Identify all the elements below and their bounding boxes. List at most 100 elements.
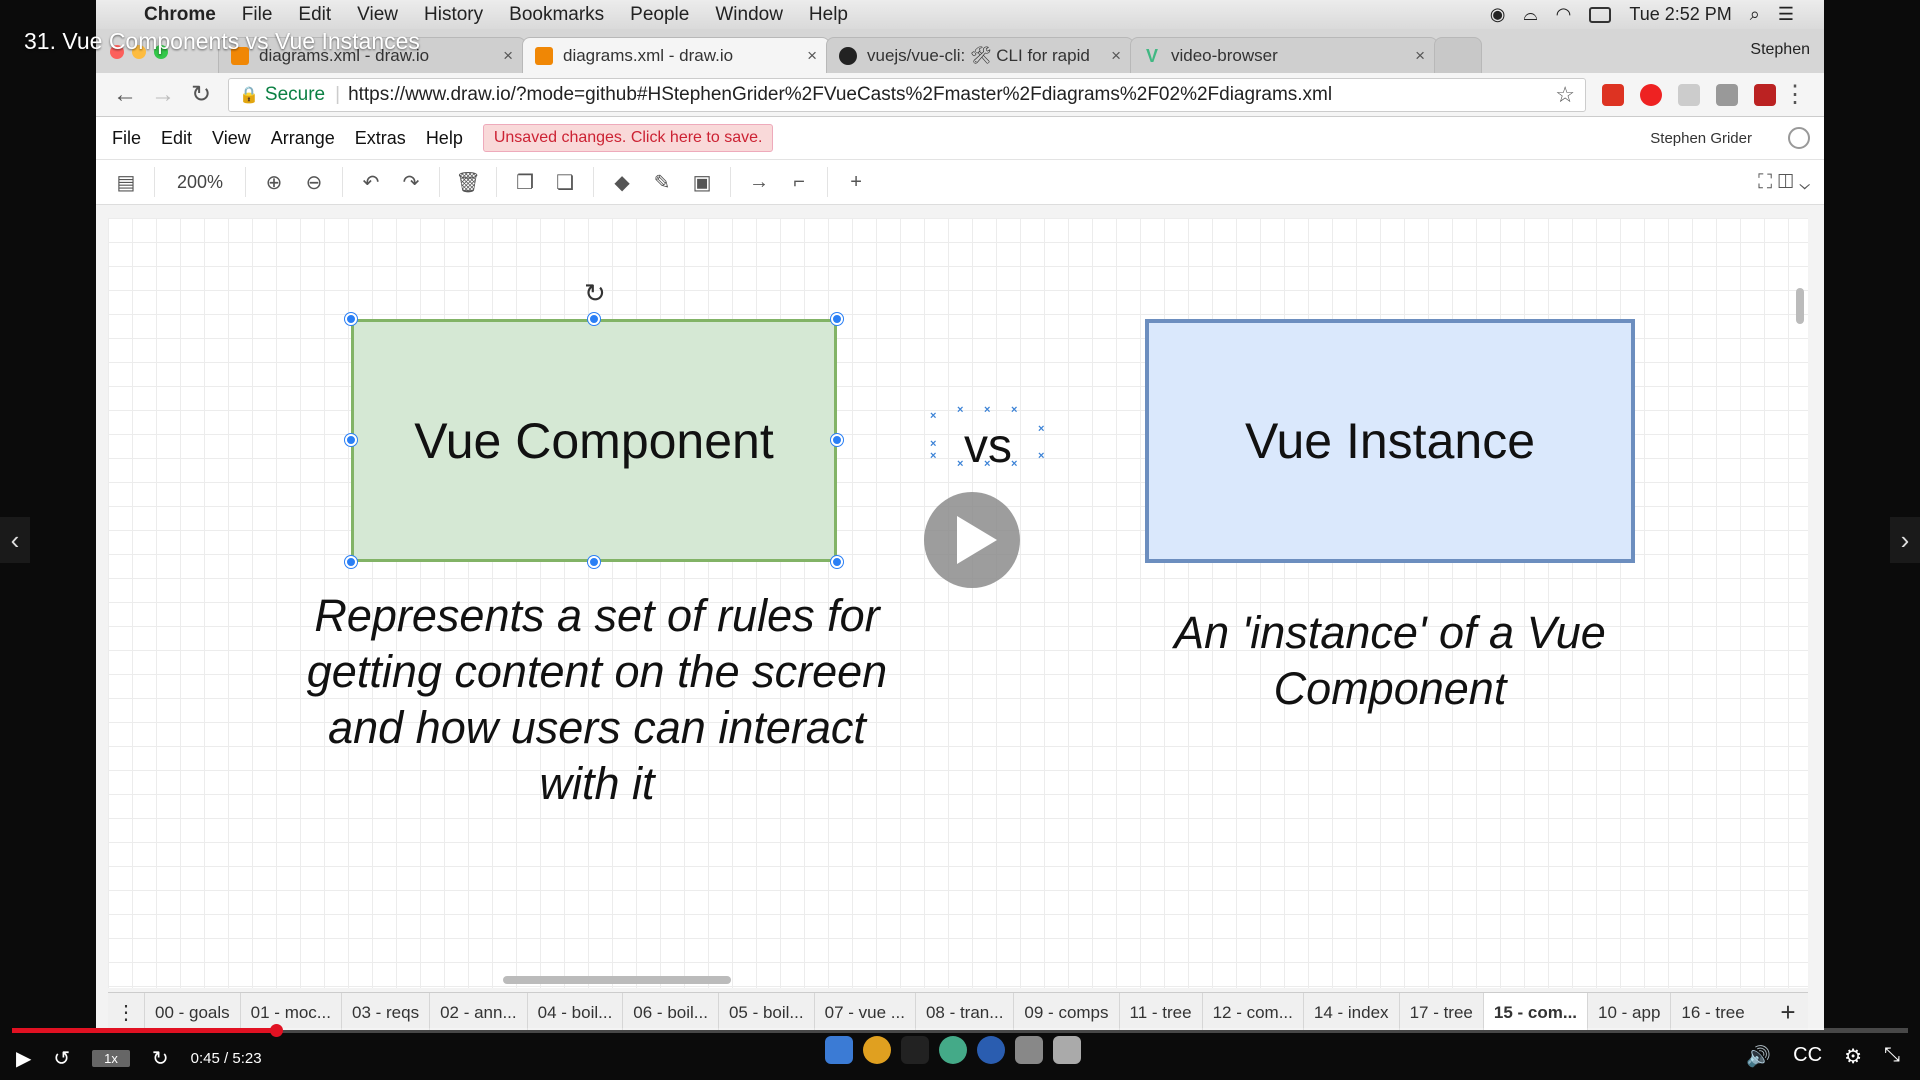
page-tab[interactable]: 09 - comps: [1013, 992, 1118, 1030]
menu-people[interactable]: People: [630, 4, 689, 26]
resize-handle[interactable]: [588, 556, 600, 568]
connection-point-icon[interactable]: ×: [957, 404, 963, 416]
instance-description[interactable]: An 'instance' of a Vue Component: [1170, 605, 1610, 717]
battery-icon[interactable]: [1589, 6, 1612, 23]
connection-icon[interactable]: →: [739, 171, 779, 194]
connection-point-icon[interactable]: ×: [1011, 404, 1017, 416]
zoom-select[interactable]: 200%: [163, 172, 237, 193]
drawio-menu-edit[interactable]: Edit: [161, 128, 192, 149]
page-tab[interactable]: 07 - vue ...: [813, 992, 915, 1030]
page-tab[interactable]: 05 - boil...: [717, 992, 814, 1030]
delete-icon[interactable]: 🗑: [448, 170, 488, 195]
rotate-handle-icon[interactable]: ↻: [584, 278, 606, 309]
user-menu[interactable]: Stephen Grider: [1650, 130, 1752, 147]
captions-icon[interactable]: CC: [1793, 1044, 1822, 1069]
drawio-menu-extras[interactable]: Extras: [355, 128, 406, 149]
forward-icon[interactable]: ↻: [152, 1046, 169, 1071]
profile-button[interactable]: Stephen: [1750, 41, 1810, 59]
component-description[interactable]: Represents a set of rules for getting co…: [302, 588, 892, 812]
connection-point-icon[interactable]: ×: [930, 438, 936, 450]
page-tab[interactable]: 06 - boil...: [622, 992, 718, 1030]
bookmark-star-icon[interactable]: ☆: [1555, 82, 1575, 108]
zoom-out-icon[interactable]: ⊖: [294, 170, 334, 195]
page-tab[interactable]: 14 - index: [1302, 992, 1399, 1030]
video-progress-bar[interactable]: [12, 1024, 1908, 1037]
resize-handle[interactable]: [345, 556, 357, 568]
menu-file[interactable]: File: [242, 4, 273, 26]
css-extension-icon[interactable]: [1678, 83, 1700, 106]
drawio-menu-arrange[interactable]: Arrange: [271, 128, 335, 149]
browser-tab-active[interactable]: diagrams.xml - draw.io ×: [522, 37, 830, 73]
drawio-menu-file[interactable]: File: [112, 128, 141, 149]
resize-handle[interactable]: [345, 313, 357, 325]
opera-extension-icon[interactable]: [1640, 83, 1662, 106]
notification-center-icon[interactable]: ☰: [1778, 4, 1794, 25]
page-tab[interactable]: 03 - reqs: [340, 992, 429, 1030]
format-panel-icon[interactable]: ▤: [106, 170, 146, 195]
line-color-icon[interactable]: ✎: [642, 170, 682, 195]
page-tab[interactable]: 10 - app: [1587, 992, 1670, 1030]
diagram-canvas[interactable]: ↻ Vue Component vs × × × × × × × × × × ×…: [108, 218, 1808, 988]
waypoints-icon[interactable]: ⌐: [779, 171, 819, 194]
menu-window[interactable]: Window: [715, 4, 783, 26]
vertical-scrollbar[interactable]: [1796, 288, 1804, 324]
fill-color-icon[interactable]: ◆: [602, 170, 642, 195]
vue-devtools-icon[interactable]: [1716, 83, 1738, 106]
connection-point-icon[interactable]: ×: [984, 458, 990, 470]
close-tab-icon[interactable]: ×: [1415, 46, 1425, 66]
menu-view[interactable]: View: [357, 4, 398, 26]
new-tab-button[interactable]: [1434, 37, 1482, 73]
resize-handle[interactable]: [588, 313, 600, 325]
rewind-icon[interactable]: ↺: [53, 1046, 70, 1071]
page-tab[interactable]: 16 - tree: [1670, 992, 1754, 1030]
resize-handle[interactable]: [345, 434, 357, 446]
menu-edit[interactable]: Edit: [298, 4, 331, 26]
connection-point-icon[interactable]: ×: [1038, 450, 1044, 462]
insert-plus-icon[interactable]: +: [836, 171, 876, 194]
playback-speed-button[interactable]: 1x: [92, 1049, 130, 1067]
next-lecture-arrow[interactable]: ›: [1890, 517, 1920, 563]
resize-handle[interactable]: [831, 434, 843, 446]
extension-icon[interactable]: [1602, 83, 1624, 106]
clock[interactable]: Tue 2:52 PM: [1629, 4, 1731, 25]
settings-gear-icon[interactable]: ⚙: [1844, 1044, 1862, 1069]
page-tab[interactable]: 00 - goals: [144, 992, 240, 1030]
to-back-icon[interactable]: ❏: [545, 170, 585, 195]
chrome-menu-icon[interactable]: ⋮: [1776, 80, 1814, 109]
redo-icon[interactable]: ↷: [391, 170, 431, 195]
url-bar[interactable]: 🔒 Secure | https://www.draw.io/?mode=git…: [228, 77, 1586, 112]
page-tab[interactable]: 04 - boil...: [526, 992, 623, 1030]
menu-history[interactable]: History: [424, 4, 483, 26]
zoom-in-icon[interactable]: ⊕: [254, 170, 294, 195]
add-page-icon[interactable]: +: [1768, 997, 1808, 1028]
spotlight-search-icon[interactable]: ⌕: [1750, 4, 1760, 25]
menu-bookmarks[interactable]: Bookmarks: [509, 4, 604, 26]
page-tab[interactable]: 01 - moc...: [239, 992, 341, 1030]
volume-icon[interactable]: 🔊: [1746, 1044, 1771, 1069]
ublock-icon[interactable]: [1754, 83, 1776, 106]
page-tab-active[interactable]: 15 - com...: [1482, 992, 1588, 1030]
resize-handle[interactable]: [831, 313, 843, 325]
record-icon[interactable]: ◉: [1490, 4, 1506, 25]
to-front-icon[interactable]: ❐: [505, 170, 545, 195]
glasses-icon[interactable]: ⌓: [1523, 4, 1537, 25]
page-tab[interactable]: 17 - tree: [1398, 992, 1483, 1030]
connection-point-icon[interactable]: ×: [957, 458, 963, 470]
connection-point-icon[interactable]: ×: [1011, 458, 1017, 470]
vue-instance-shape[interactable]: Vue Instance: [1145, 319, 1635, 563]
menu-help[interactable]: Help: [809, 4, 848, 26]
unsaved-changes-button[interactable]: Unsaved changes. Click here to save.: [482, 124, 774, 152]
horizontal-scrollbar[interactable]: [503, 976, 731, 984]
undo-icon[interactable]: ↶: [351, 170, 391, 195]
close-tab-icon[interactable]: ×: [807, 46, 817, 66]
vue-component-shape[interactable]: Vue Component: [351, 319, 837, 562]
play-icon[interactable]: ▶: [16, 1046, 31, 1071]
page-tab[interactable]: 11 - tree: [1118, 992, 1202, 1030]
forward-arrow-icon[interactable]: →: [144, 81, 182, 109]
play-overlay-button[interactable]: [924, 492, 1020, 588]
fullscreen-icon[interactable]: ⛶ ◫ ⌄: [1758, 171, 1810, 194]
drawio-menu-help[interactable]: Help: [426, 128, 463, 149]
shadow-icon[interactable]: ▣: [682, 170, 722, 195]
url-text[interactable]: https://www.draw.io/?mode=github#HStephe…: [348, 84, 1332, 106]
vs-text-shape[interactable]: vs: [940, 408, 1036, 484]
